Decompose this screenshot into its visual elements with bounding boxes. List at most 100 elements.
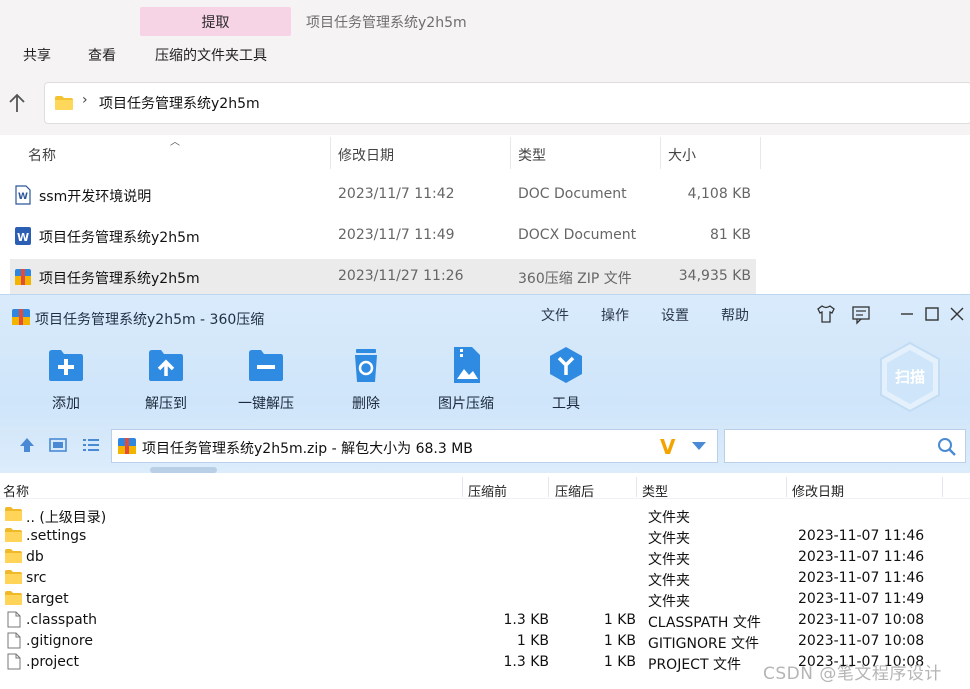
go-up-icon[interactable] — [16, 435, 38, 455]
entry-name: .classpath — [26, 612, 98, 628]
menu-settings[interactable]: 设置 — [661, 305, 689, 325]
column-divider[interactable] — [330, 137, 331, 169]
search-icon[interactable] — [936, 436, 958, 458]
scan-label: 扫描 — [895, 368, 925, 386]
file-size: 34,935 KB — [678, 268, 751, 284]
file-name: 项目任务管理系统y2h5m — [39, 230, 200, 246]
add-icon — [49, 350, 83, 381]
word-docx-icon: W — [15, 227, 31, 245]
col-header-date[interactable]: 修改日期 — [338, 145, 394, 165]
zip-window: 项目任务管理系统y2h5m - 360压缩 文件 操作 设置 帮助 添加 解压到 — [0, 294, 970, 689]
file-type: DOCX Document — [518, 227, 637, 243]
menu-share[interactable]: 共享 — [23, 45, 51, 65]
one-click-extract-button[interactable]: 一键解压 — [226, 345, 306, 415]
menu-compressed-folder-tools[interactable]: 压缩的文件夹工具 — [155, 45, 267, 65]
file-row-selected[interactable]: 项目任务管理系统y2h5m 2023/11/27 11:26 360压缩 ZIP… — [10, 259, 756, 295]
zip-archive-icon — [15, 269, 31, 285]
entry-type: 文件夹 — [648, 510, 690, 526]
column-divider[interactable] — [942, 477, 943, 497]
path-dropdown-icon[interactable] — [692, 442, 706, 450]
maximize-icon[interactable] — [921, 303, 943, 325]
menu-help[interactable]: 帮助 — [721, 305, 749, 325]
file-name: ssm开发环境说明 — [39, 189, 152, 205]
entry-date: 2023-11-07 11:46 — [798, 570, 925, 586]
col-header-name[interactable]: 名称 — [28, 145, 56, 165]
folder-icon — [55, 96, 73, 110]
entry-type: 文件夹 — [648, 594, 690, 610]
horizontal-scrollbar[interactable] — [150, 467, 217, 473]
entry-date: 2023-11-07 11:46 — [798, 528, 925, 544]
entry-name: .gitignore — [26, 633, 93, 649]
archive-row[interactable]: .classpath 1.3 KB 1 KB CLASSPATH 文件 2023… — [0, 610, 970, 631]
file-icon — [7, 653, 21, 670]
column-divider[interactable] — [462, 477, 463, 497]
col-header-after[interactable]: 压缩后 — [555, 481, 594, 500]
entry-date: 2023-11-07 11:46 — [798, 549, 925, 565]
folder-icon — [5, 528, 22, 542]
archive-row[interactable]: target 文件夹 2023-11-07 11:49 — [0, 589, 970, 610]
entry-size-before: 1.3 KB — [503, 612, 550, 628]
folder-icon — [5, 570, 22, 584]
skin-shirt-icon[interactable] — [815, 303, 837, 325]
column-divider[interactable] — [660, 137, 661, 169]
breadcrumb[interactable]: 项目任务管理系统y2h5m — [99, 93, 260, 113]
file-icon — [7, 611, 21, 628]
folder-icon — [5, 507, 22, 521]
entry-type: 文件夹 — [648, 573, 690, 589]
archive-path-text: 项目任务管理系统y2h5m.zip - 解包大小为 68.3 MB — [142, 441, 473, 457]
archive-row[interactable]: src 文件夹 2023-11-07 11:46 — [0, 568, 970, 589]
col-header-size[interactable]: 大小 — [668, 145, 696, 165]
entry-name: .project — [26, 654, 80, 670]
search-input[interactable] — [724, 429, 966, 463]
entry-name: target — [26, 591, 69, 607]
file-size: 81 KB — [709, 227, 751, 243]
one-click-extract-label: 一键解压 — [238, 396, 294, 412]
file-date: 2023/11/27 11:26 — [338, 268, 464, 284]
extract-to-button[interactable]: 解压到 — [126, 345, 206, 415]
folder-icon — [5, 591, 22, 605]
column-divider[interactable] — [548, 477, 549, 497]
image-compress-button[interactable]: 图片压缩 — [426, 345, 506, 415]
archive-row-parent[interactable]: .. (上级目录) 文件夹 — [0, 505, 970, 526]
col-header-name[interactable]: 名称 — [3, 481, 29, 500]
column-divider[interactable] — [786, 477, 787, 497]
scan-button[interactable]: 扫描 — [878, 341, 942, 413]
image-compress-label: 图片压缩 — [438, 396, 494, 412]
delete-button[interactable]: 删除 — [326, 345, 406, 415]
list-view-icon[interactable] — [80, 435, 102, 455]
add-button[interactable]: 添加 — [26, 345, 106, 415]
up-arrow-icon[interactable] — [7, 92, 27, 114]
feedback-icon[interactable] — [850, 303, 872, 325]
menu-file[interactable]: 文件 — [541, 305, 569, 325]
col-header-type[interactable]: 类型 — [642, 481, 668, 500]
tools-label: 工具 — [552, 396, 580, 412]
file-icon — [7, 632, 21, 649]
tools-button[interactable]: 工具 — [526, 345, 606, 415]
word-doc-icon: W — [15, 185, 31, 205]
archive-row[interactable]: db 文件夹 2023-11-07 11:46 — [0, 547, 970, 568]
entry-type: 文件夹 — [648, 531, 690, 547]
minimize-icon[interactable] — [896, 303, 918, 325]
menu-operate[interactable]: 操作 — [601, 305, 629, 325]
archive-row[interactable]: .settings 文件夹 2023-11-07 11:46 — [0, 526, 970, 547]
entry-size-after: 1 KB — [603, 654, 636, 670]
close-icon[interactable] — [946, 303, 968, 325]
col-header-before[interactable]: 压缩前 — [468, 481, 507, 500]
entry-name: .settings — [26, 528, 87, 544]
image-compress-icon — [454, 347, 480, 383]
column-divider[interactable] — [760, 137, 761, 169]
entry-name: db — [26, 549, 44, 565]
thumbnail-view-icon[interactable] — [47, 435, 69, 455]
zip-archive-icon — [118, 438, 136, 454]
menu-view[interactable]: 查看 — [88, 45, 116, 65]
file-row[interactable]: W 项目任务管理系统y2h5m 2023/11/7 11:49 DOCX Doc… — [10, 218, 756, 254]
file-row[interactable]: W ssm开发环境说明 2023/11/7 11:42 DOC Document… — [10, 177, 756, 213]
svg-text:W: W — [18, 192, 28, 202]
col-header-date[interactable]: 修改日期 — [792, 481, 844, 500]
col-header-type[interactable]: 类型 — [518, 145, 546, 165]
column-divider[interactable] — [636, 477, 637, 497]
archive-row[interactable]: .gitignore 1 KB 1 KB GITIGNORE 文件 2023-1… — [0, 631, 970, 652]
tab-extract[interactable]: 提取 — [140, 7, 291, 36]
column-divider[interactable] — [510, 137, 511, 169]
verified-v-icon[interactable]: V — [660, 435, 675, 459]
